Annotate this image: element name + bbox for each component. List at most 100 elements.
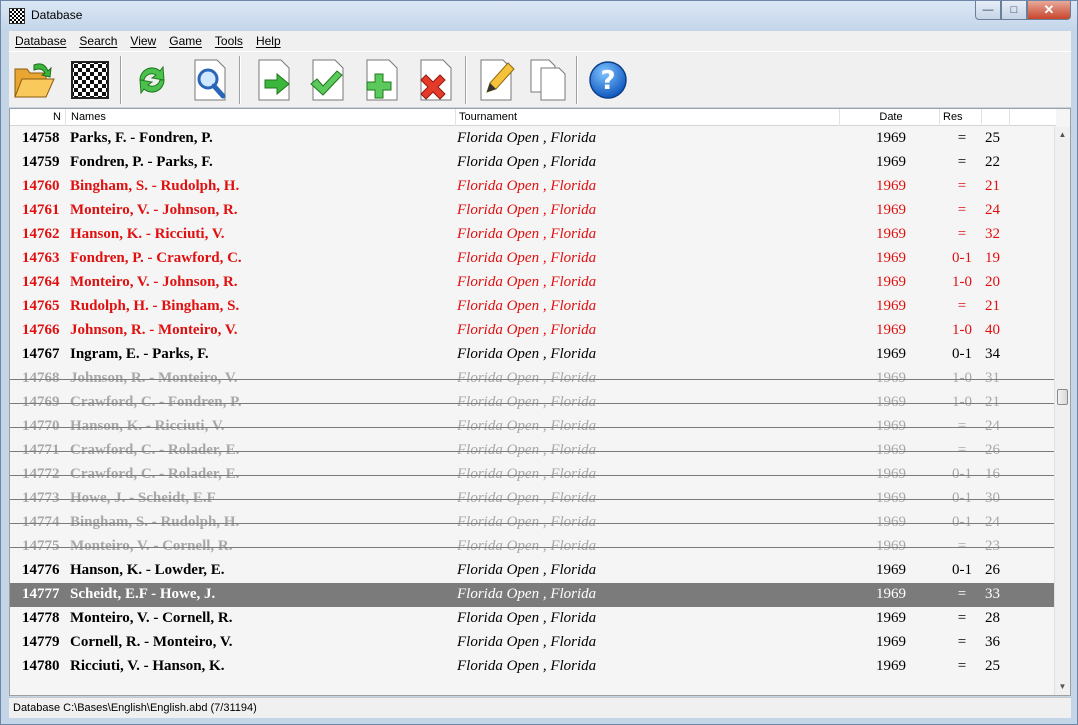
game-moves: 30 bbox=[985, 490, 1000, 506]
close-button[interactable]: ✕ bbox=[1027, 1, 1071, 20]
menu-tools[interactable]: Tools bbox=[215, 34, 243, 48]
game-players: Crawford, C. - Rolader, E. bbox=[70, 442, 240, 458]
menu-search[interactable]: Search bbox=[79, 34, 117, 48]
chessboard-icon bbox=[71, 61, 109, 99]
minimize-button[interactable]: — bbox=[975, 1, 1001, 20]
game-tournament: Florida Open , Florida bbox=[457, 178, 597, 194]
table-row[interactable]: 14779 Cornell, R. - Monteiro, V. Florida O… bbox=[10, 631, 1056, 655]
accept-button[interactable] bbox=[305, 56, 351, 104]
table-row[interactable]: 14760 Bingham, S. - Rudolph, H. Florida Op… bbox=[10, 175, 1056, 199]
game-date: 1969 bbox=[876, 442, 906, 458]
table-row[interactable]: 14769 Crawford, C. - Fondren, P. Florida O… bbox=[10, 391, 1070, 415]
table-row[interactable]: 14765 Rudolph, H. - Bingham, S. Florida Op… bbox=[10, 295, 1056, 319]
game-tournament: Florida Open , Florida bbox=[457, 154, 597, 170]
table-row[interactable]: 14778 Monteiro, V. - Cornell, R. Florida O… bbox=[10, 607, 1056, 631]
delete-game-button[interactable] bbox=[413, 56, 459, 104]
table-row[interactable]: 14766 Johnson, R. - Monteiro, V. Florida O… bbox=[10, 319, 1056, 343]
table-row[interactable]: 14761 Monteiro, V. - Johnson, R. Florida O… bbox=[10, 199, 1056, 223]
table-row[interactable]: 14758 Parks, F. - Fondren, P. Florida Open… bbox=[10, 127, 1056, 151]
export-button[interactable] bbox=[251, 56, 297, 104]
menu-help[interactable]: Help bbox=[256, 34, 281, 48]
scrollbar-thumb[interactable] bbox=[1057, 389, 1068, 405]
game-date: 1969 bbox=[876, 322, 906, 338]
game-players: Ingram, E. - Parks, F. bbox=[70, 346, 209, 362]
game-players: Johnson, R. - Monteiro, V. bbox=[70, 370, 238, 386]
menu-view[interactable]: View bbox=[130, 34, 156, 48]
game-tournament: Florida Open , Florida bbox=[457, 298, 597, 314]
game-number: 14778 bbox=[22, 610, 60, 626]
game-players: Hanson, K. - Lowder, E. bbox=[70, 562, 225, 578]
table-row[interactable]: 14776 Hanson, K. - Lowder, E. Florida Open… bbox=[10, 559, 1056, 583]
games-list[interactable]: N Names Tournament Date Res 14758 Parks, … bbox=[9, 108, 1071, 696]
game-date: 1969 bbox=[876, 586, 906, 602]
game-players: Johnson, R. - Monteiro, V. bbox=[70, 322, 238, 338]
game-tournament: Florida Open , Florida bbox=[457, 130, 597, 146]
add-game-button[interactable] bbox=[359, 56, 405, 104]
column-header-tournament[interactable]: Tournament bbox=[456, 109, 840, 126]
table-row[interactable]: 14764 Monteiro, V. - Johnson, R. Florida O… bbox=[10, 271, 1056, 295]
maximize-icon: □ bbox=[1010, 4, 1018, 16]
scroll-down-button[interactable]: ▼ bbox=[1055, 679, 1070, 695]
game-tournament: Florida Open , Florida bbox=[457, 250, 597, 266]
refresh-icon bbox=[139, 65, 165, 95]
table-row[interactable]: 14772 Crawford, C. - Rolader, E. Florida O… bbox=[10, 463, 1070, 487]
game-result: 1-0 bbox=[952, 274, 972, 290]
game-date: 1969 bbox=[876, 514, 906, 530]
refresh-button[interactable] bbox=[129, 56, 175, 104]
copy-icon bbox=[530, 59, 566, 101]
menu-database[interactable]: Database bbox=[15, 34, 66, 48]
table-row[interactable]: 14777 Scheidt, E.F - Howe, J. Florida Open… bbox=[10, 583, 1056, 607]
status-bar: Database C:\Bases\English\English.abd (7… bbox=[9, 697, 1071, 718]
game-tournament: Florida Open , Florida bbox=[457, 538, 597, 554]
column-header-date[interactable]: Date bbox=[840, 109, 940, 126]
table-row[interactable]: 14768 Johnson, R. - Monteiro, V. Florida O… bbox=[10, 367, 1070, 391]
open-database-button[interactable] bbox=[11, 56, 57, 104]
table-row[interactable]: 14774 Bingham, S. - Rudolph, H. Florida Op… bbox=[10, 511, 1070, 535]
game-number: 14760 bbox=[22, 178, 60, 194]
game-date: 1969 bbox=[876, 274, 906, 290]
column-header-moves[interactable] bbox=[982, 109, 1010, 126]
export-icon bbox=[258, 59, 290, 101]
check-icon bbox=[310, 59, 344, 101]
game-moves: 33 bbox=[985, 586, 1000, 602]
table-row[interactable]: 14762 Hanson, K. - Ricciuti, V. Florida Op… bbox=[10, 223, 1056, 247]
table-row[interactable]: 14775 Monteiro, V. - Cornell, R. Florida O… bbox=[10, 535, 1070, 559]
edit-button[interactable] bbox=[473, 56, 519, 104]
table-row[interactable]: 14767 Ingram, E. - Parks, F. Florida Open … bbox=[10, 343, 1056, 367]
table-row[interactable]: 14780 Ricciuti, V. - Hanson, K. Florida Op… bbox=[10, 655, 1056, 679]
maximize-button[interactable]: □ bbox=[1001, 1, 1027, 20]
vertical-scrollbar[interactable]: ▲ ▼ bbox=[1054, 127, 1070, 695]
title-bar[interactable]: Database — □ ✕ bbox=[1, 1, 1077, 31]
game-players: Monteiro, V. - Cornell, R. bbox=[70, 610, 233, 626]
column-header-names[interactable]: Names bbox=[68, 109, 456, 126]
game-moves: 36 bbox=[985, 634, 1000, 650]
table-row[interactable]: 14770 Hanson, K. - Ricciuti, V. Florida Op… bbox=[10, 415, 1070, 439]
game-players: Crawford, C. - Rolader, E. bbox=[70, 466, 240, 482]
board-button[interactable] bbox=[67, 56, 113, 104]
game-moves: 25 bbox=[985, 658, 1000, 674]
table-row[interactable]: 14771 Crawford, C. - Rolader, E. Florida O… bbox=[10, 439, 1070, 463]
copy-button[interactable] bbox=[525, 56, 571, 104]
scroll-up-button[interactable]: ▲ bbox=[1055, 127, 1070, 143]
game-moves: 19 bbox=[985, 250, 1000, 266]
game-number: 14761 bbox=[22, 202, 60, 218]
game-date: 1969 bbox=[876, 250, 906, 266]
game-tournament: Florida Open , Florida bbox=[457, 514, 597, 530]
game-moves: 31 bbox=[985, 370, 1000, 386]
game-number: 14779 bbox=[22, 634, 60, 650]
table-row[interactable]: 14773 Howe, J. - Scheidt, E.F Florida Open… bbox=[10, 487, 1070, 511]
game-players: Hanson, K. - Ricciuti, V. bbox=[70, 226, 225, 242]
toolbar-separator bbox=[465, 56, 467, 104]
game-date: 1969 bbox=[876, 490, 906, 506]
game-result: 1-0 bbox=[952, 322, 972, 338]
table-row[interactable]: 14763 Fondren, P. - Crawford, C. Florida O… bbox=[10, 247, 1056, 271]
column-header-res[interactable]: Res bbox=[940, 109, 982, 126]
game-players: Cornell, R. - Monteiro, V. bbox=[70, 634, 233, 650]
list-rows: 14758 Parks, F. - Fondren, P. Florida Open… bbox=[10, 127, 1070, 679]
search-button[interactable] bbox=[187, 56, 233, 104]
help-button[interactable]: ? bbox=[585, 56, 631, 104]
table-row[interactable]: 14759 Fondren, P. - Parks, F. Florida Open… bbox=[10, 151, 1056, 175]
menu-game[interactable]: Game bbox=[169, 34, 202, 48]
column-header-n[interactable]: N bbox=[10, 109, 66, 126]
game-tournament: Florida Open , Florida bbox=[457, 394, 597, 410]
